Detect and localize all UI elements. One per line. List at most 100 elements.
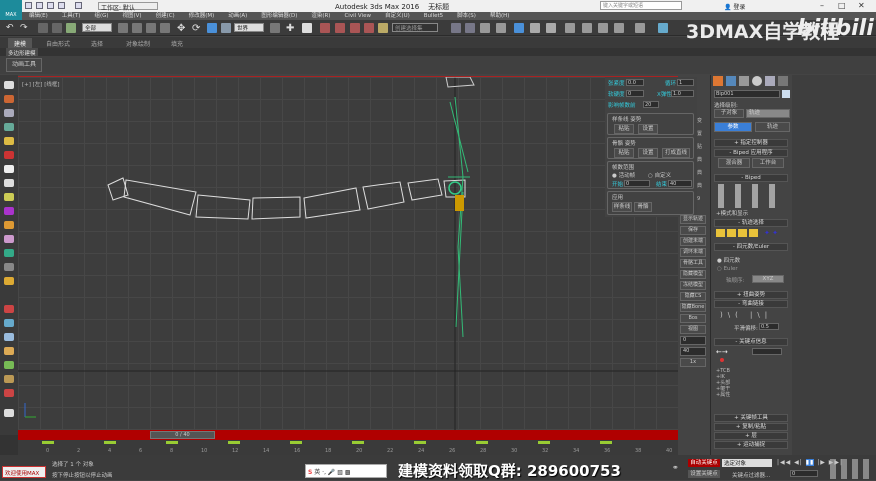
menu-group[interactable]: 组(G) [87,12,115,20]
undo-icon[interactable] [58,2,65,9]
tool-icon[interactable] [4,81,14,89]
keyframe-marker[interactable] [414,441,426,444]
login-button[interactable]: 👤 登录 [724,2,745,11]
bias-input[interactable]: 0 [626,90,644,97]
key-number-input[interactable] [752,348,782,355]
a360-render-icon[interactable] [635,23,645,33]
rollout-twist-poses[interactable]: + 扭曲姿势 [714,291,788,299]
select-object-icon[interactable] [118,23,128,33]
render-production-icon[interactable] [598,23,608,33]
hide-bone-button[interactable]: 隐藏Bone [680,303,706,312]
track-bar[interactable]: 0 2 4 6 8 10 12 14 16 18 20 22 24 26 28 30 32 34 36 38 40 [18,440,678,455]
motion-tab-icon[interactable] [752,76,762,86]
menu-bullet[interactable]: Bullet5 [417,12,450,20]
tool-icon[interactable] [4,151,14,159]
keyframe-marker[interactable] [600,441,612,444]
keyframe-marker[interactable] [476,441,488,444]
show-trajectory-button[interactable]: 显示轨迹 [680,215,706,224]
tool-icon[interactable] [4,333,14,341]
active-frames-radio[interactable]: ● 活动帧 [612,171,635,179]
side-tab[interactable]: 贴 [697,141,707,154]
search-input[interactable]: 键入关键字或短语 [600,1,682,10]
rollout-keyframing-tools[interactable]: + 关键帧工具 [714,414,788,422]
track-selection-buttons[interactable] [716,229,758,237]
menu-customize[interactable]: 自定义(U) [378,12,417,20]
menu-create[interactable]: 创建(C) [149,12,182,20]
render-iterative-icon[interactable] [614,23,624,33]
side-tab[interactable]: 典 [697,180,707,193]
pivot-icon[interactable] [270,23,280,33]
link-icon[interactable] [38,23,48,33]
maximize-button[interactable]: □ [838,1,846,10]
bone-tools-button[interactable]: 骨骼工具 [680,259,706,268]
tool-icon[interactable] [4,207,14,215]
save-button[interactable]: 保存 [680,226,706,235]
viewport-left[interactable]: [+] [左] [线框] [18,76,678,430]
align-icon[interactable] [465,23,475,33]
hide-cs-button[interactable]: 隐藏CS [680,292,706,301]
reference-coord-dropdown[interactable]: 世界 [234,23,264,32]
scene-explorer-icon[interactable] [496,23,506,33]
menu-animation[interactable]: 动画(A) [221,12,254,20]
keyframe-marker[interactable] [538,441,550,444]
tool-icon[interactable] [4,389,14,397]
scale-icon[interactable] [207,23,217,33]
parameters-button[interactable]: 参数 [714,122,752,132]
paste-button[interactable]: 粘贴 [614,124,634,134]
menu-civil-view[interactable]: Civil View [337,12,377,20]
tool-icon[interactable] [4,375,14,383]
mirror-icon[interactable] [451,23,461,33]
create-end-button[interactable]: 创建未端 [680,237,706,246]
tool-icon[interactable] [4,95,14,103]
start-input[interactable]: 0 [624,180,650,187]
snap-toggle-icon[interactable] [320,23,330,33]
keyframe-marker[interactable] [352,441,364,444]
key-filters-button[interactable]: 关键点过滤器... [732,471,770,479]
angle-snap-icon[interactable] [335,23,345,33]
menu-views[interactable]: 视图(V) [116,12,149,20]
tool-icon[interactable] [4,319,14,327]
activeshade-icon[interactable] [658,23,668,33]
workspace-select[interactable]: 工作区: 默认 [98,2,158,12]
keyboard-shortcut-icon[interactable] [302,23,312,33]
viewport-navigation-icons[interactable] [830,459,874,479]
mode-display-toggle[interactable]: +模式和显示 [716,209,748,217]
save-icon[interactable] [47,2,54,9]
object-name-input[interactable]: Bip001 [714,90,780,98]
rollout-motion-capture[interactable]: + 运动捕捉 [714,441,788,449]
create-tab-icon[interactable] [713,76,723,86]
tool-icon[interactable] [4,165,14,173]
menu-edit[interactable]: 编辑(E) [22,12,55,20]
side-tab[interactable]: 置 [697,128,707,141]
rotate-icon[interactable]: ⟳ [192,23,202,34]
rollout-key-info[interactable]: - 关键点信息 [714,338,788,346]
object-color-swatch[interactable] [782,90,790,98]
display-tab-icon[interactable] [765,76,775,86]
tool-icon[interactable] [4,263,14,271]
tension-input[interactable]: 0.0 [626,79,644,86]
edit-named-selection-icon[interactable] [378,23,388,33]
menu-tools[interactable]: 工具(T) [55,12,88,20]
new-icon[interactable] [25,2,32,9]
rollout-biped-apps[interactable]: - Biped 应用程序 [714,149,788,157]
spinner-snap-icon[interactable] [364,23,374,33]
auto-key-button[interactable]: 自动关键点 [688,459,720,467]
select-by-name-icon[interactable] [132,23,142,33]
bend-link-icons[interactable]: )\( |\| [720,311,772,319]
end-input[interactable]: 40 [668,180,692,187]
tool-icon[interactable] [4,123,14,131]
frames-input[interactable]: 20 [643,101,659,108]
trajectories-button[interactable]: 轨迹 [755,122,790,132]
menu-graph-editors[interactable]: 图形编辑器(D) [254,12,304,20]
rollout-track-selection[interactable]: - 轨迹选择 [714,219,788,227]
key-icon[interactable]: ⚭ [672,463,679,472]
hierarchy-tab-icon[interactable] [739,76,749,86]
key-selection-set-dropdown[interactable]: 选定对象 [722,459,772,467]
menu-rendering[interactable]: 渲染(R) [304,12,337,20]
range-start-input[interactable]: 0 [680,336,706,345]
apply-spline-button[interactable]: 样条线 [612,202,632,212]
minimize-button[interactable]: – [820,1,824,10]
select-manipulate-icon[interactable]: ✚ [286,23,296,34]
tool-icon[interactable] [4,361,14,369]
bind-spacewarp-icon[interactable] [66,23,76,33]
